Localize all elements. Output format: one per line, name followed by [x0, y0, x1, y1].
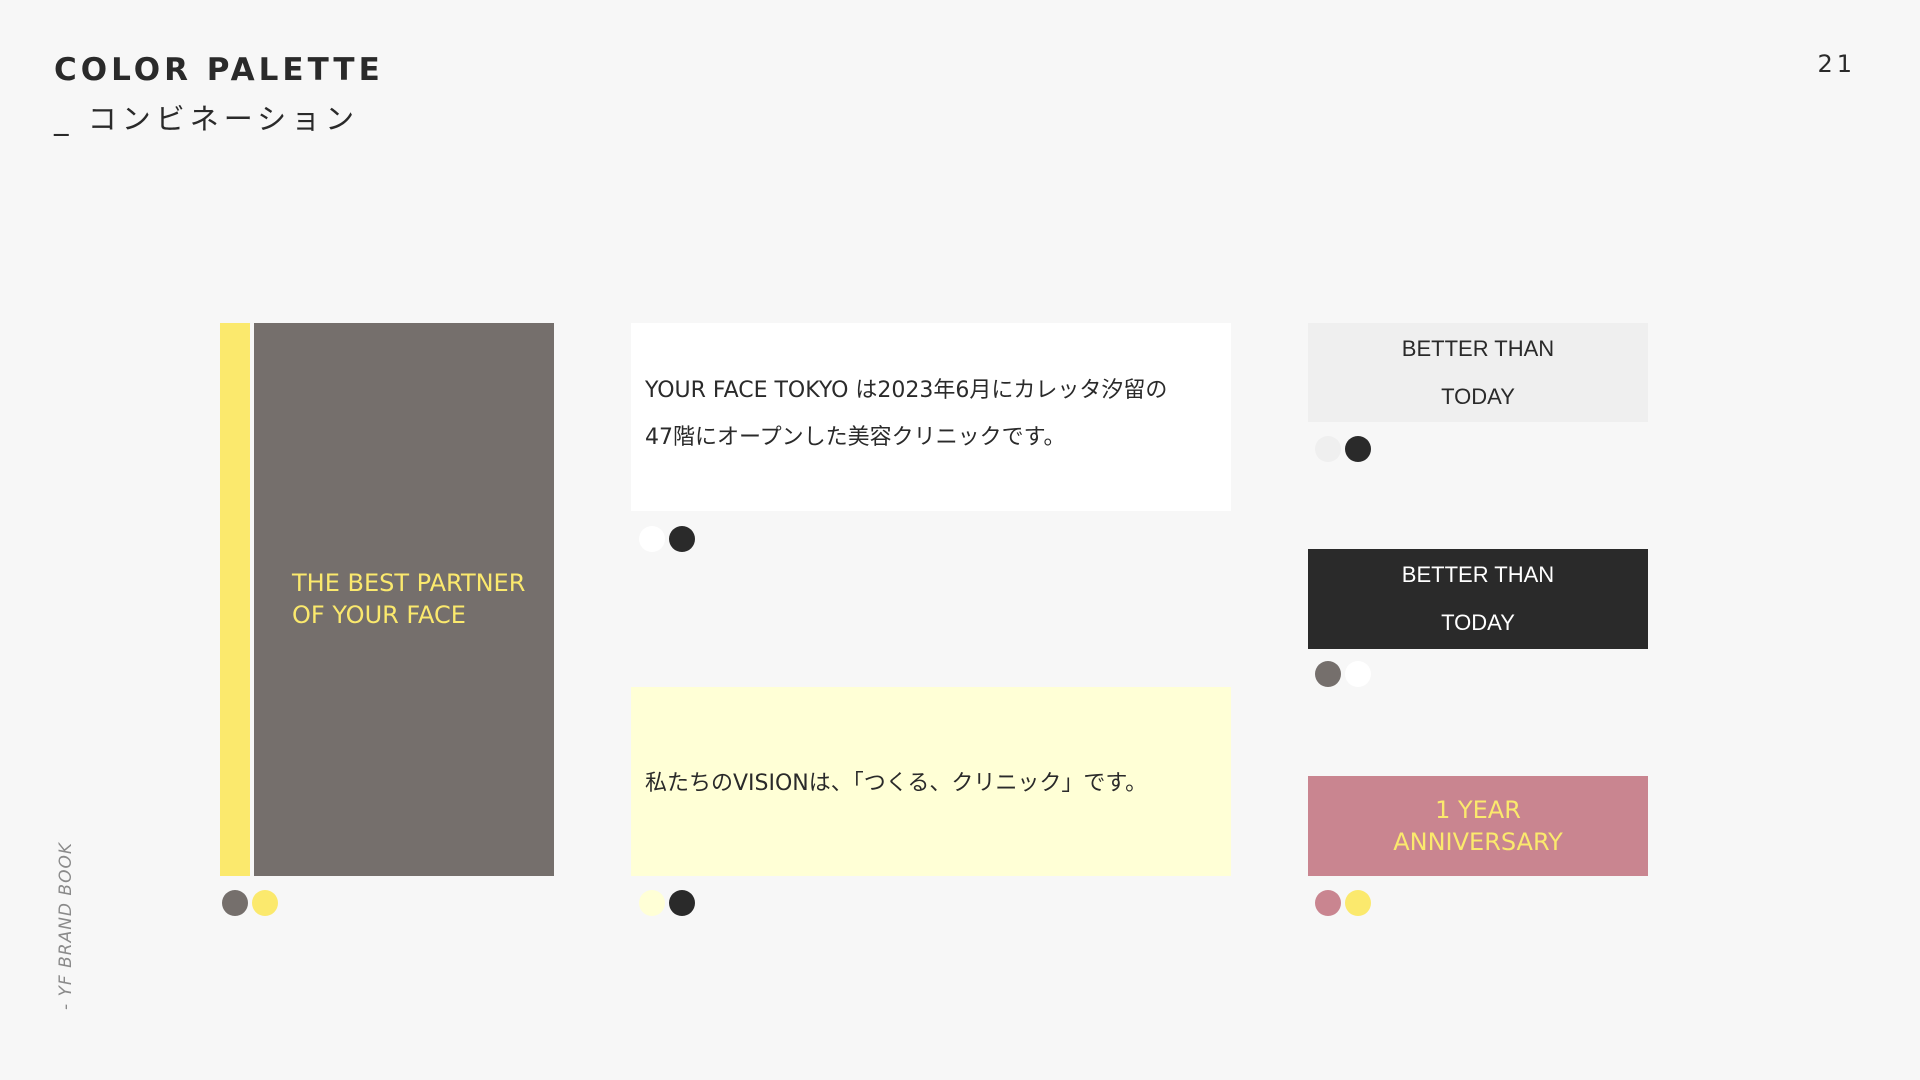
cream-panel-text: 私たちのVISIONは、「つくる、クリニック」です。: [645, 771, 1148, 796]
yellow-strip: [220, 323, 250, 876]
swatch-white: [1345, 661, 1371, 687]
banner-line-2: TODAY: [1441, 383, 1515, 409]
white-charcoal-sample: YOUR FACE TOKYO は2023年6月にカレッタ汐留の 47階にオープ…: [631, 323, 1231, 511]
swatch-yellow: [1345, 890, 1371, 916]
swatch-white: [639, 526, 665, 552]
rose-yellow-sample: 1 YEAR ANNIVERSARY: [1308, 776, 1648, 876]
brand-book-label: - YF BRAND BOOK: [56, 842, 76, 1010]
banner-line-1: 1 YEAR: [1435, 796, 1521, 824]
banner-line-1: BETTER THAN: [1401, 562, 1555, 587]
swatch-yellow: [252, 890, 278, 916]
white-panel-text: YOUR FACE TOKYO は2023年6月にカレッタ汐留の 47階にオープ…: [645, 378, 1168, 450]
swatch-charcoal: [669, 890, 695, 916]
gray-panel-tagline: THE BEST PARTNER OF YOUR FACE: [292, 569, 526, 629]
swatch-warm-gray: [222, 890, 248, 916]
swatch-charcoal: [1345, 436, 1371, 462]
banner-line-1: BETTER THAN: [1401, 335, 1555, 361]
gray-yellow-sample: THE BEST PARTNER OF YOUR FACE: [254, 323, 554, 876]
swatch-rose: [1315, 890, 1341, 916]
cream-charcoal-sample: 私たちのVISIONは、「つくる、クリニック」です。: [631, 687, 1231, 876]
charcoal-white-sample: BETTER THAN TODAY: [1308, 549, 1648, 649]
banner-line-2: ANNIVERSARY: [1393, 828, 1563, 856]
swatch-charcoal: [669, 526, 695, 552]
swatch-warm-gray: [1315, 661, 1341, 687]
page-subtitle: _ コンビネーション: [54, 102, 360, 136]
swatch-light-gray: [1315, 436, 1341, 462]
swatch-cream: [639, 890, 665, 916]
page-number: 21: [1817, 50, 1856, 78]
banner-line-2: TODAY: [1441, 610, 1515, 635]
page-title: COLOR PALETTE: [54, 52, 384, 88]
lightgray-charcoal-sample: BETTER THAN TODAY: [1308, 323, 1648, 422]
